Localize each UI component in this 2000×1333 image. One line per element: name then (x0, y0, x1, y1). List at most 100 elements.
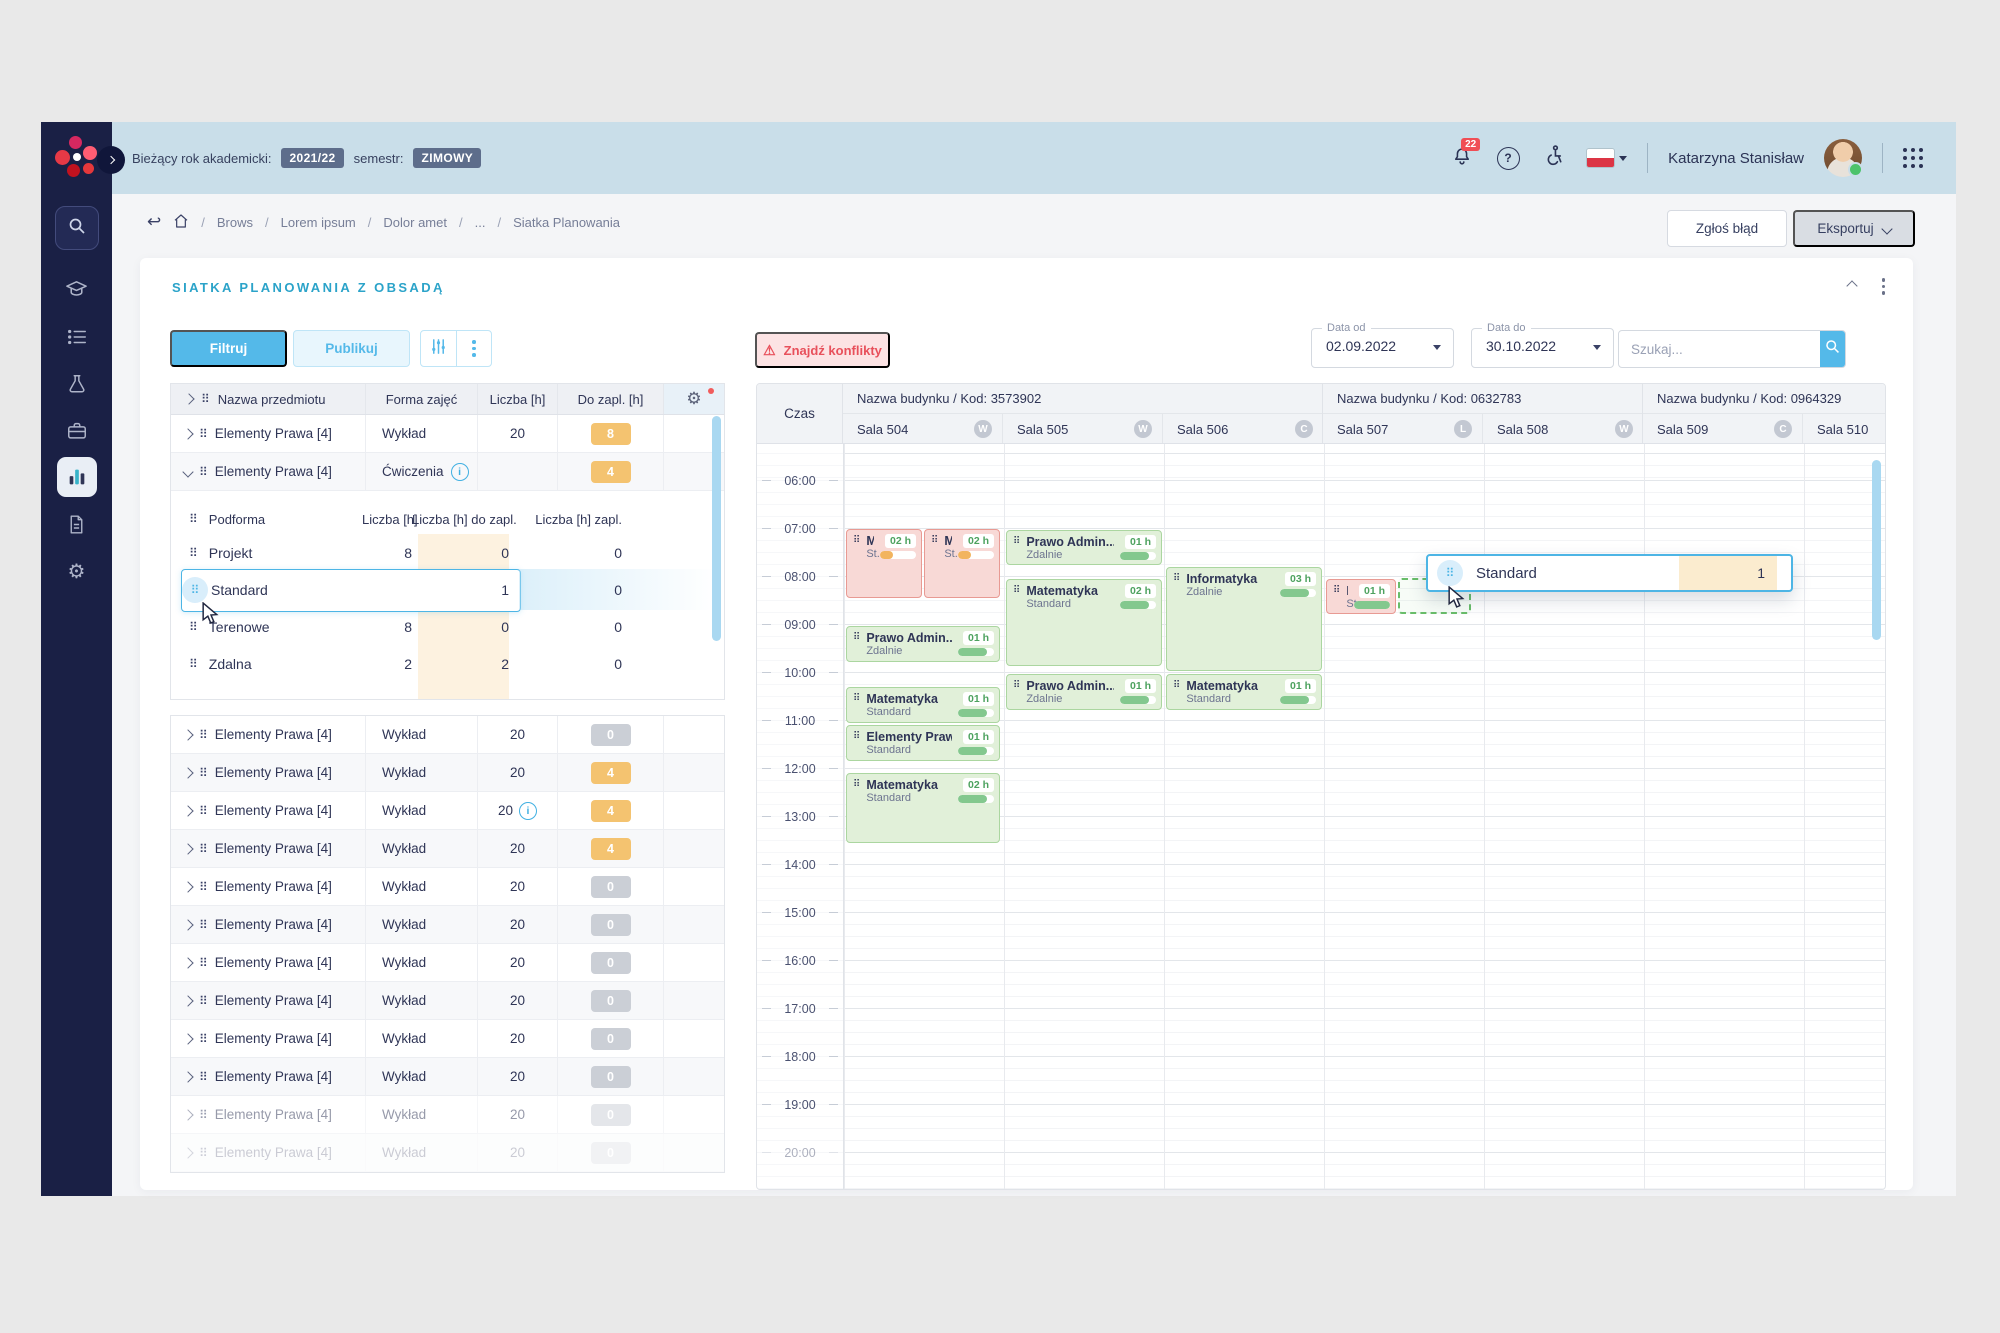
publish-button[interactable]: Publikuj (293, 330, 410, 367)
drag-handle-icon[interactable]: ⠿ (1333, 584, 1340, 609)
accessibility-button[interactable] (1541, 145, 1567, 171)
calendar-event[interactable]: ⠿ Matematyka Standard 01 h (1166, 674, 1322, 710)
sidebar-item-courses[interactable] (54, 266, 100, 313)
collapse-icon[interactable] (1845, 280, 1858, 292)
drag-handle-icon[interactable]: ⠿ (853, 534, 860, 593)
room-header[interactable]: Sala 510 (1803, 414, 1885, 443)
calendar-event[interactable]: ⠿ Elementy PrawaStandard 01 h (846, 725, 1000, 761)
drag-handle-icon[interactable]: ⠿ (199, 466, 208, 478)
drag-handle-icon[interactable]: ⠿ (189, 658, 198, 670)
calendar-event[interactable]: ⠿ Prawo Admin... Zdalnie 01 h (1006, 530, 1162, 565)
notifications-button[interactable]: 22 (1449, 138, 1481, 171)
table-row[interactable]: ⠿ Elementy Prawa [4] Wykład 20 0 (171, 944, 724, 982)
drag-handle-icon[interactable]: ⠿ (1013, 679, 1020, 705)
info-icon[interactable]: i (450, 462, 469, 481)
header-settings-cell[interactable]: ⚙ (664, 384, 724, 414)
column-settings-button[interactable] (421, 331, 457, 366)
drag-handle-icon[interactable]: ⠿ (191, 584, 200, 596)
chevron-right-icon[interactable] (182, 766, 194, 779)
search-button[interactable] (1820, 331, 1845, 367)
breadcrumb-item[interactable]: ... (475, 215, 486, 230)
calendar-event[interactable]: ⠿ Prawo Admin... Zdalnie 01 h (1006, 674, 1162, 710)
sidebar-item-documents[interactable] (54, 501, 100, 548)
subform-row[interactable]: ⠿ Projekt 8 0 0 (171, 534, 724, 571)
drag-handle-icon[interactable]: ⠿ (199, 729, 208, 741)
help-button[interactable]: ? (1495, 145, 1521, 171)
more-options-button[interactable] (457, 331, 492, 366)
room-header[interactable]: Sala 504 W (843, 414, 1003, 443)
breadcrumb-item[interactable]: Lorem ipsum (281, 215, 356, 230)
chevron-down-icon[interactable] (182, 465, 194, 478)
language-selector[interactable] (1587, 145, 1628, 171)
export-button[interactable]: Eksportuj (1793, 210, 1915, 247)
drag-handle-icon[interactable]: ⠿ (931, 534, 938, 593)
chevron-right-icon[interactable] (182, 1108, 194, 1121)
apps-grid-button[interactable] (1903, 147, 1924, 169)
drag-handle-icon[interactable]: ⠿ (199, 428, 208, 440)
table-row[interactable]: ⠿ Elementy Prawa [4] Wykład 20 8 (171, 415, 724, 453)
table-row[interactable]: ⠿ Elementy Prawa [4] Wykład 20 0 (171, 1134, 724, 1172)
breadcrumb-item[interactable]: Siatka Planowania (513, 215, 620, 230)
sidebar-expand-button[interactable] (97, 146, 125, 174)
chevron-right-icon[interactable] (182, 1032, 194, 1045)
table-row[interactable]: ⠿ Elementy Prawa [4] Wykład 20 0 (171, 906, 724, 944)
home-icon[interactable] (173, 213, 189, 232)
find-conflicts-button[interactable]: ⚠ Znajdź konflikty (755, 332, 890, 368)
calendar-event[interactable]: ⠿ Informatyka Zdalnie 03 h (1166, 567, 1322, 671)
sidebar-item-list[interactable] (54, 313, 100, 360)
drag-handle-icon[interactable]: ⠿ (199, 767, 208, 779)
table-row[interactable]: ⠿ Elementy Prawa [4] Wykład 20 0 (171, 1058, 724, 1096)
chevron-right-icon[interactable] (182, 842, 194, 855)
drag-handle-icon[interactable]: ⠿ (853, 730, 860, 756)
chevron-right-icon[interactable] (182, 728, 194, 741)
sidebar-item-settings[interactable]: ⚙ (54, 548, 100, 595)
drag-handle-icon[interactable]: ⠿ (1173, 679, 1180, 705)
chevron-right-icon[interactable] (182, 918, 194, 931)
date-from-picker[interactable]: Data od 02.09.2022 (1311, 322, 1454, 368)
calendar-event[interactable]: ⠿ Ma.St.01 h (1326, 579, 1396, 614)
drag-handle-icon[interactable]: ⠿ (199, 995, 208, 1007)
table-row[interactable]: ⠿ Elementy Prawa [4] Ćwiczenia i 4 (171, 453, 724, 491)
drag-handle-icon[interactable]: ⠿ (199, 919, 208, 931)
room-header[interactable]: Sala 508 W (1483, 414, 1642, 443)
chevron-right-icon[interactable] (182, 994, 194, 1007)
report-bug-button[interactable]: Zgłoś błąd (1667, 210, 1787, 247)
back-arrow-icon[interactable]: ↩ (147, 212, 161, 232)
table-row[interactable]: ⠿ Elementy Prawa [4] Wykład 20 4 (171, 754, 724, 792)
date-to-picker[interactable]: Data do 30.10.2022 (1471, 322, 1614, 368)
breadcrumb-item[interactable]: Dolor amet (383, 215, 447, 230)
card-menu-button[interactable] (1881, 278, 1885, 295)
calendar-event[interactable]: ⠿ Ma.St. 02 h (846, 529, 922, 598)
drag-handle-icon[interactable]: ⠿ (199, 1071, 208, 1083)
room-header[interactable]: Sala 509 C (1643, 414, 1803, 443)
drag-handle-icon[interactable]: ⠿ (199, 843, 208, 855)
table-row[interactable]: ⠿ Elementy Prawa [4] Wykład 20 0 (171, 716, 724, 754)
chevron-right-icon[interactable] (182, 880, 194, 893)
table-row[interactable]: ⠿ Elementy Prawa [4] Wykład 20 4 (171, 830, 724, 868)
search-input[interactable] (1619, 331, 1820, 367)
table-row[interactable]: ⠿ Elementy Prawa [4] Wykład 20 i 4 (171, 792, 724, 830)
sidebar-item-planning-active[interactable] (56, 457, 97, 497)
chevron-right-icon[interactable] (182, 1070, 194, 1083)
drag-handle-icon[interactable]: ⠿ (189, 547, 198, 559)
drag-handle-icon[interactable]: ⠿ (189, 621, 198, 633)
table-row[interactable]: ⠿ Elementy Prawa [4] Wykład 20 0 (171, 1096, 724, 1134)
calendar-event[interactable]: ⠿ Matematyka Standard 01 h (846, 687, 1000, 723)
chevron-right-icon[interactable] (182, 427, 194, 440)
chevron-right-icon[interactable] (182, 1146, 194, 1159)
drag-handle-icon[interactable]: ⠿ (1013, 535, 1020, 560)
table-row[interactable]: ⠿ Elementy Prawa [4] Wykład 20 0 (171, 868, 724, 906)
sidebar-item-briefcase[interactable] (54, 407, 100, 454)
room-header[interactable]: Sala 507 L (1323, 414, 1483, 443)
drag-handle-icon[interactable]: ⠿ (199, 1033, 208, 1045)
chevron-right-icon[interactable] (182, 956, 194, 969)
subform-row[interactable]: ⠿ Zdalna 2 2 0 (171, 645, 724, 682)
calendar-grid[interactable]: ⠿Ma.St.02 h⠿Ma.St.02 h⠿Prawo Admin...Zda… (844, 444, 1885, 1189)
drag-handle-icon[interactable]: ⠿ (853, 631, 860, 657)
drag-handle-icon[interactable]: ⠿ (199, 1109, 208, 1121)
drag-handle-icon[interactable]: ⠿ (1013, 584, 1020, 661)
dragged-subform-row[interactable]: ⠿ Standard 1 (1426, 554, 1793, 592)
calendar-event[interactable]: ⠿ Ma.St. 02 h (924, 529, 1000, 598)
breadcrumb-item[interactable]: Brows (217, 215, 253, 230)
room-header[interactable]: Sala 506 C (1163, 414, 1322, 443)
